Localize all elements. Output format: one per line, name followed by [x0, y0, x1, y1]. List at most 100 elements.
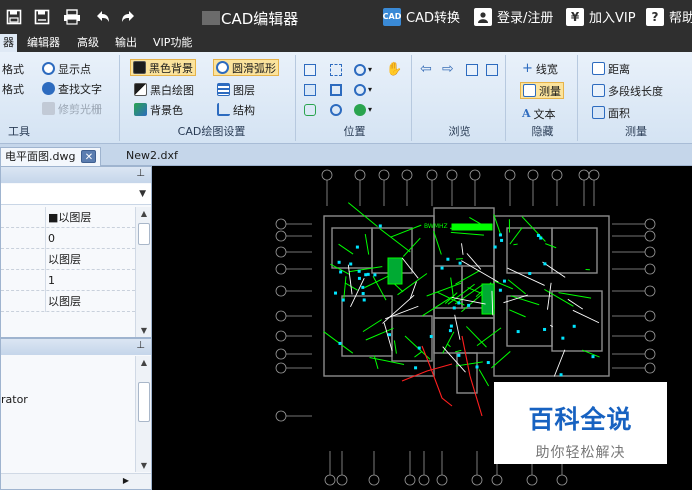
- property-value[interactable]: ■以图层: [45, 207, 135, 228]
- scroll-down-icon[interactable]: ▼: [136, 326, 152, 335]
- vip-button[interactable]: ¥ 加入VIP: [566, 7, 636, 26]
- fixture-mark: [364, 273, 368, 277]
- properties-scrollbar[interactable]: ▲ ▼: [135, 207, 151, 337]
- zoom-window-icon[interactable]: [302, 61, 318, 78]
- login-button[interactable]: 登录/注册: [474, 7, 553, 26]
- view-options-icon[interactable]: ▾: [352, 101, 374, 118]
- property-value[interactable]: 0: [45, 228, 135, 249]
- show-points-button[interactable]: 显示点: [40, 60, 93, 77]
- grid-bubble: [436, 474, 448, 486]
- wire-segment: [338, 243, 354, 255]
- scroll-thumb[interactable]: [138, 382, 150, 422]
- undo-icon[interactable]: [92, 6, 114, 28]
- fixture-mark: [498, 233, 502, 237]
- fixture-mark: [500, 238, 504, 242]
- format-button-1[interactable]: 格式: [0, 60, 26, 77]
- fixture-mark: [572, 324, 576, 328]
- property-value[interactable]: 以图层: [45, 249, 135, 270]
- hide-group: + 线宽 测量 A 文本 隐藏: [508, 55, 578, 141]
- smooth-arc-button[interactable]: 圆滑弧形: [213, 59, 279, 76]
- measure-toggle-label: 测量: [539, 84, 561, 98]
- cad-convert-button[interactable]: CAD CAD转换: [383, 7, 460, 26]
- rotate-icon[interactable]: [302, 101, 318, 118]
- property-value[interactable]: 1: [45, 270, 135, 291]
- grid-bubble: [368, 474, 380, 486]
- trim-raster-button[interactable]: 修剪光栅: [40, 100, 104, 117]
- grid-bubble: [556, 474, 568, 486]
- black-background-button[interactable]: 黑色背景: [130, 59, 196, 76]
- save-as-icon[interactable]: [31, 6, 53, 28]
- pan-icon[interactable]: ✋: [384, 61, 404, 78]
- pin-icon[interactable]: ⊥: [136, 168, 145, 179]
- layers-scrollbar[interactable]: ▲ ▼: [135, 356, 151, 472]
- save-icon[interactable]: [3, 6, 25, 28]
- zoom-extents-icon[interactable]: [328, 81, 344, 98]
- menu-tab-vip[interactable]: VIP功能: [150, 34, 195, 52]
- print-icon[interactable]: [61, 6, 83, 28]
- close-icon[interactable]: ✕: [81, 150, 97, 163]
- fixture-mark: [362, 298, 366, 302]
- layers-label: 图层: [233, 83, 255, 97]
- layers-hscrollbar[interactable]: ▶: [1, 473, 151, 489]
- zoom-prev-icon[interactable]: [302, 81, 318, 98]
- layers-button[interactable]: 图层: [215, 81, 257, 98]
- fixture-mark: [449, 324, 453, 328]
- menu-tab-editor[interactable]: 编辑器: [24, 34, 63, 52]
- back-arrow-icon[interactable]: ⇦: [418, 60, 438, 77]
- scroll-thumb[interactable]: [138, 223, 150, 245]
- menu-tab-output[interactable]: 输出: [112, 34, 140, 52]
- wire-segment: [343, 276, 347, 301]
- scroll-up-icon[interactable]: ▲: [136, 358, 152, 367]
- object-selector-dropdown[interactable]: ▼: [1, 184, 151, 205]
- refresh-icon[interactable]: [464, 61, 480, 78]
- layers-panel: ⊥ rator ▲ ▼ ▶: [0, 338, 152, 490]
- format-label-2: 格式: [2, 82, 24, 96]
- redo-icon[interactable]: [117, 6, 139, 28]
- doc-tab-new2[interactable]: New2.dxf: [122, 147, 182, 166]
- polyline-length-button[interactable]: 多段线长度: [590, 82, 665, 99]
- line-width-button[interactable]: + 线宽: [520, 60, 560, 77]
- zoom-out-icon[interactable]: ▾: [352, 81, 374, 98]
- area-button[interactable]: 面积: [590, 104, 632, 121]
- menu-tab-advanced[interactable]: 高级: [74, 34, 102, 52]
- help-button[interactable]: ? 帮助: [646, 7, 692, 26]
- wall-rect: [391, 315, 433, 362]
- wire-segment: [379, 228, 411, 253]
- user-icon: [474, 7, 492, 26]
- wire-block: [387, 257, 403, 285]
- text-toggle-button[interactable]: A 文本: [520, 105, 558, 122]
- leader-line: [553, 349, 566, 377]
- smooth-arc-icon: [216, 61, 229, 74]
- wire-segment: [513, 243, 518, 246]
- zoom-in-icon[interactable]: ▾: [352, 61, 374, 78]
- search-view-icon[interactable]: [328, 101, 344, 118]
- grid-bubble: [491, 474, 503, 486]
- grid-bubble: [418, 474, 430, 486]
- wire-segment: [455, 270, 480, 285]
- distance-button[interactable]: 距离: [590, 60, 632, 77]
- watermark-title: 百科全说: [528, 405, 633, 434]
- property-value[interactable]: 以图层: [45, 291, 135, 312]
- format-button-2[interactable]: 格式: [0, 80, 26, 97]
- scroll-right-icon[interactable]: ▶: [123, 476, 129, 485]
- fixture-mark: [561, 336, 565, 340]
- find-text-icon: [42, 82, 55, 95]
- login-label: 登录/注册: [497, 11, 554, 26]
- find-text-button[interactable]: 查找文字: [40, 80, 104, 97]
- fixture-mark: [387, 333, 391, 337]
- forward-arrow-icon[interactable]: ⇨: [440, 60, 460, 77]
- measure-toggle-button[interactable]: 测量: [520, 82, 564, 99]
- pin-icon[interactable]: ⊥: [136, 340, 145, 351]
- scroll-down-icon[interactable]: ▼: [136, 461, 152, 470]
- scroll-up-icon[interactable]: ▲: [136, 209, 152, 218]
- grid-bubble: [644, 348, 656, 360]
- menu-tab-viewer[interactable]: 器: [0, 34, 17, 52]
- zoom-rect-icon[interactable]: [328, 61, 344, 78]
- doc-tab-active[interactable]: 电平面图.dwg ✕: [0, 147, 102, 166]
- fixture-mark: [591, 355, 595, 359]
- background-color-button[interactable]: 背景色: [132, 101, 185, 118]
- bw-drawing-button[interactable]: 黑白绘图: [132, 81, 196, 98]
- structure-button[interactable]: 结构: [215, 101, 257, 118]
- fit-page-icon[interactable]: [484, 61, 500, 78]
- wire-segment: [373, 355, 379, 369]
